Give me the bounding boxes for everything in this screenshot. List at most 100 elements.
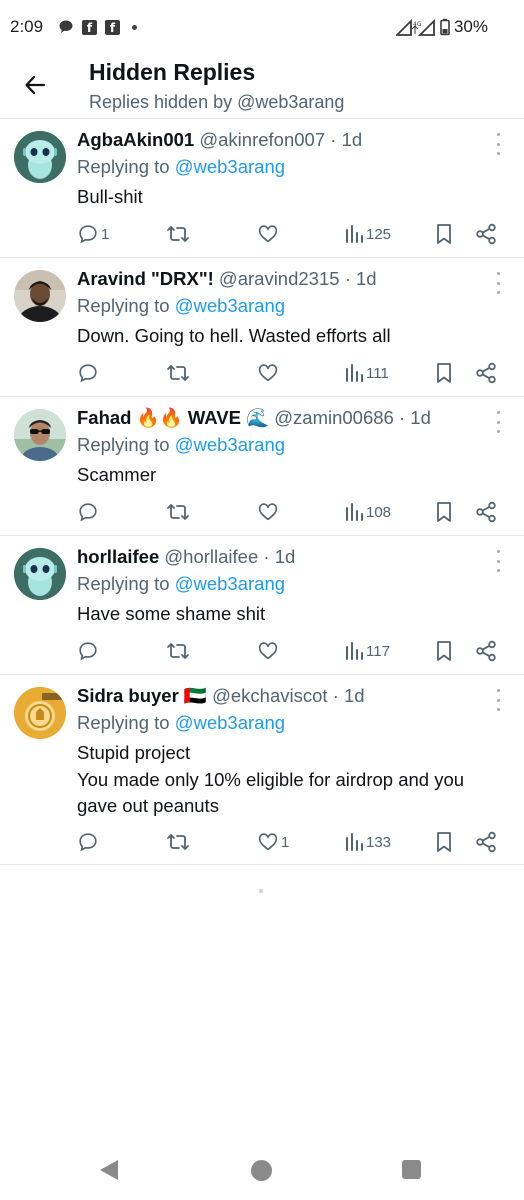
replying-to-mention[interactable]: @web3arang (175, 712, 285, 733)
share-button[interactable] (475, 358, 497, 388)
reply-item[interactable]: horllaifee @horllaifee · 1d Replying to … (0, 535, 524, 674)
heart-icon (258, 364, 278, 382)
author-handle[interactable]: @akinrefon007 (199, 129, 325, 150)
views-button[interactable]: 133 (344, 827, 391, 857)
author-handle[interactable]: @aravind2315 (219, 268, 340, 289)
views-count: 133 (366, 833, 392, 851)
retweet-button[interactable] (166, 358, 192, 388)
bookmark-button[interactable] (434, 497, 454, 527)
replying-prefix: Replying to (77, 156, 175, 177)
share-button[interactable] (475, 636, 497, 666)
avatar[interactable] (14, 270, 66, 322)
share-button[interactable] (475, 497, 497, 527)
reply-author-line: AgbaAkin001 @akinrefon007 · 1d (77, 129, 362, 151)
action-bar: 111 (0, 358, 524, 388)
like-button[interactable] (257, 636, 281, 666)
time-separator: · (398, 407, 406, 428)
replying-to-mention[interactable]: @web3arang (175, 295, 285, 316)
reply-text: Bull-shit (77, 186, 143, 207)
like-button[interactable] (257, 497, 281, 527)
list-end-divider (0, 864, 524, 865)
comment-icon (79, 225, 97, 244)
reply-author-line: Aravind "DRX"! @aravind2315 · 1d (77, 268, 377, 290)
replying-to-mention[interactable]: @web3arang (175, 573, 285, 594)
author-handle[interactable]: @horllaifee (164, 546, 258, 567)
bookmark-button[interactable] (434, 827, 454, 857)
reply-time: 1d (410, 407, 431, 428)
retweet-button[interactable] (166, 497, 192, 527)
author-name[interactable]: horllaifee (77, 546, 159, 567)
bookmark-button[interactable] (434, 358, 454, 388)
author-name[interactable]: Aravind "DRX"! (77, 268, 214, 289)
replying-to-mention[interactable]: @web3arang (175, 156, 285, 177)
replying-to: Replying to @web3arang (77, 573, 285, 595)
reply-button[interactable]: 1 (77, 219, 109, 249)
status-bar: 2:09 f f 4G 30% (0, 0, 524, 56)
back-button[interactable] (16, 66, 54, 104)
retweet-button[interactable] (166, 827, 192, 857)
comment-icon (79, 364, 97, 383)
share-button[interactable] (475, 219, 497, 249)
reply-button[interactable] (77, 358, 101, 388)
notification-icons: f f (58, 19, 137, 35)
recents-square-icon[interactable] (402, 1160, 421, 1179)
reply-item[interactable]: AgbaAkin001 @akinrefon007 · 1d Replying … (0, 118, 524, 257)
bookmark-icon (437, 641, 451, 661)
reply-item[interactable]: Fahad 🔥🔥 WAVE 🌊 @zamin00686 · 1d Replyin… (0, 396, 524, 535)
signal-icon: 4G (395, 18, 435, 36)
more-options-button[interactable] (490, 272, 506, 294)
heart-icon (258, 833, 278, 851)
replying-prefix: Replying to (77, 573, 175, 594)
avatar[interactable] (14, 687, 66, 739)
views-button[interactable]: 125 (344, 219, 391, 249)
replying-to-mention[interactable]: @web3arang (175, 434, 285, 455)
arrow-left-icon (25, 75, 46, 95)
back-triangle-icon[interactable] (100, 1160, 118, 1180)
views-button[interactable]: 108 (344, 497, 391, 527)
share-button[interactable] (475, 827, 497, 857)
more-options-button[interactable] (490, 411, 506, 433)
photo-avatar-icon (14, 270, 66, 322)
author-handle[interactable]: @zamin00686 (274, 407, 394, 428)
reply-button[interactable] (77, 827, 101, 857)
battery-percent: 30% (453, 17, 488, 36)
like-button[interactable]: 1 (257, 827, 289, 857)
avatar[interactable] (14, 548, 66, 600)
author-handle[interactable]: @ekchaviscot (212, 685, 327, 706)
avatar[interactable] (14, 131, 66, 183)
retweet-button[interactable] (166, 219, 192, 249)
more-options-button[interactable] (490, 133, 506, 155)
views-chart-icon (346, 833, 363, 851)
more-options-button[interactable] (490, 689, 506, 711)
sunglasses-avatar-icon (14, 409, 66, 461)
bookmark-button[interactable] (434, 219, 454, 249)
page-header: Hidden Replies Replies hidden by @web3ar… (0, 56, 524, 118)
reply-item[interactable]: Sidra buyer 🇦🇪 @ekchaviscot · 1d Replyin… (0, 674, 524, 864)
author-name[interactable]: AgbaAkin001 (77, 129, 194, 150)
views-count: 125 (366, 225, 392, 243)
robot-avatar-icon (14, 548, 66, 600)
heart-icon (258, 225, 278, 243)
avatar[interactable] (14, 409, 66, 461)
views-button[interactable]: 117 (344, 636, 390, 666)
reply-time: 1d (274, 546, 296, 567)
views-button[interactable]: 111 (344, 358, 389, 388)
time-separator: · (332, 685, 339, 706)
views-count: 117 (366, 642, 390, 660)
retweet-icon (167, 504, 189, 520)
home-circle-icon[interactable] (251, 1160, 272, 1181)
facebook-icon: f (82, 19, 97, 35)
bookmark-button[interactable] (434, 636, 454, 666)
retweet-button[interactable] (166, 636, 192, 666)
author-name[interactable]: Sidra buyer 🇦🇪 (77, 685, 207, 706)
more-options-button[interactable] (490, 550, 506, 572)
replying-to: Replying to @web3arang (77, 156, 285, 178)
reply-button[interactable] (77, 497, 101, 527)
reply-button[interactable] (77, 636, 101, 666)
author-name[interactable]: Fahad 🔥🔥 WAVE 🌊 (77, 407, 269, 428)
views-chart-icon (346, 364, 363, 382)
reply-text: Scammer (77, 464, 157, 485)
like-button[interactable] (257, 358, 281, 388)
reply-item[interactable]: Aravind "DRX"! @aravind2315 · 1d Replyin… (0, 257, 524, 396)
like-button[interactable] (257, 219, 281, 249)
